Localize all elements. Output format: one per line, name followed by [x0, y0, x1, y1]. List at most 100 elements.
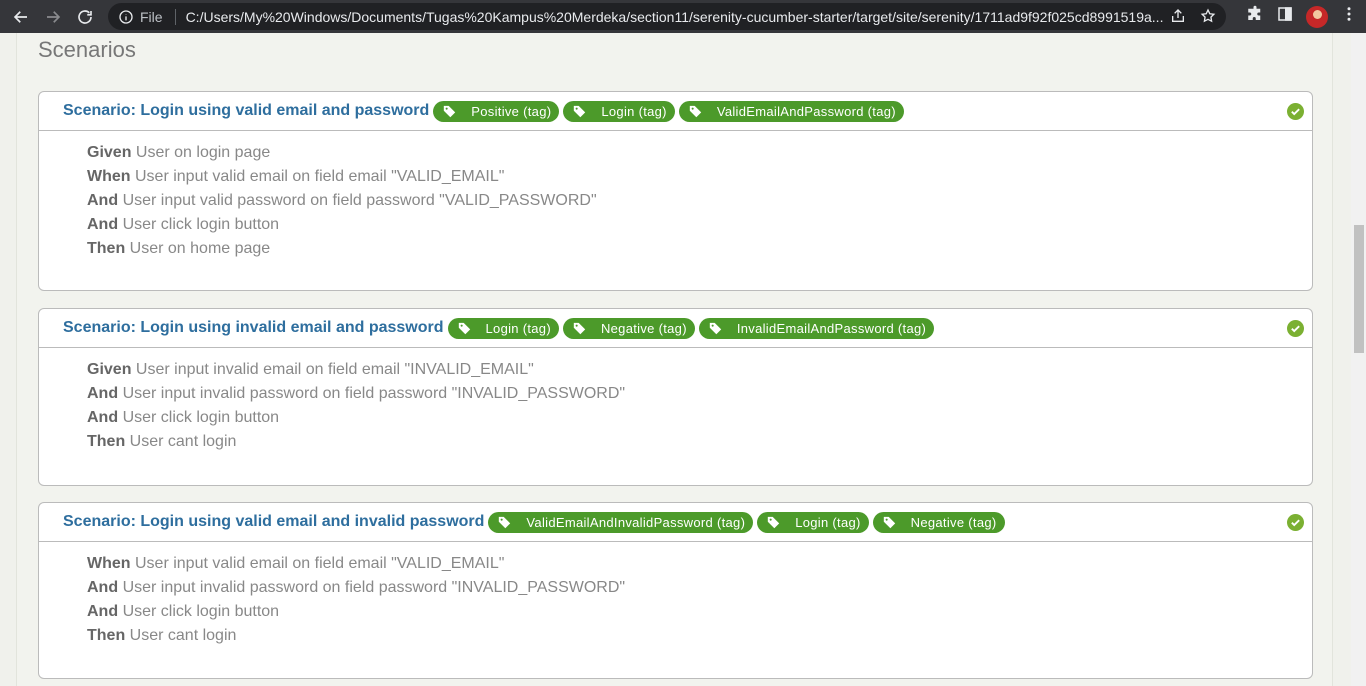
- passed-check-icon: [1287, 320, 1304, 337]
- scenario-header: Scenario: Login using invalid email and …: [39, 309, 1312, 348]
- address-bar[interactable]: File C:/Users/My%20Windows/Documents/Tug…: [108, 3, 1226, 30]
- reload-icon[interactable]: [69, 1, 101, 33]
- step: And User input invalid password on field…: [87, 576, 1312, 600]
- step: And User click login button: [87, 213, 1312, 237]
- step: When User input valid email on field ema…: [87, 165, 1312, 189]
- scenario-header: Scenario: Login using valid email and pa…: [39, 92, 1312, 131]
- step-text: User click login button: [122, 603, 280, 620]
- report-content: Scenarios Scenario: Login using valid em…: [16, 33, 1333, 686]
- step: Given User input invalid email on field …: [87, 358, 1312, 382]
- step-keyword: And: [87, 385, 119, 402]
- scenario-card: Scenario: Login using valid email and in…: [38, 502, 1313, 679]
- step-list: Given User on login page When User input…: [39, 131, 1312, 261]
- tag-icon: [443, 104, 457, 118]
- tag-label: InvalidEmailAndPassword (tag): [736, 320, 927, 336]
- step-list: Given User input invalid email on field …: [39, 348, 1312, 454]
- tag-badge[interactable]: ValidEmailAndInvalidPassword (tag): [488, 511, 754, 533]
- step: Then User on home page: [87, 237, 1312, 261]
- scenario-title[interactable]: Scenario: Login using valid email and in…: [63, 513, 484, 531]
- tag-badge[interactable]: Negative (tag): [562, 317, 695, 339]
- side-panel-icon[interactable]: [1276, 5, 1294, 28]
- step-keyword: And: [87, 603, 119, 620]
- tag-icon: [767, 515, 781, 529]
- step-text: User input valid password on field passw…: [122, 192, 597, 209]
- tag-badge[interactable]: Login (tag): [757, 511, 869, 533]
- step-keyword: When: [87, 555, 131, 572]
- tag-icon: [689, 104, 703, 118]
- browser-toolbar: File C:/Users/My%20Windows/Documents/Tug…: [0, 0, 1366, 33]
- tag-label: Negative (tag): [600, 320, 687, 336]
- step: Then User cant login: [87, 624, 1312, 648]
- step: And User input valid password on field p…: [87, 189, 1312, 213]
- back-icon[interactable]: [5, 1, 37, 33]
- step-keyword: Then: [87, 433, 126, 450]
- step: And User input invalid password on field…: [87, 382, 1312, 406]
- share-icon[interactable]: [1170, 8, 1186, 29]
- passed-check-icon: [1287, 103, 1304, 120]
- step-keyword: When: [87, 168, 131, 185]
- tag-badge[interactable]: ValidEmailAndPassword (tag): [678, 100, 904, 122]
- step-keyword: Then: [87, 627, 126, 644]
- step: And User click login button: [87, 406, 1312, 430]
- step-text: User input invalid email on field email …: [135, 361, 534, 378]
- step-text: User cant login: [129, 627, 237, 644]
- step-text: User on login page: [135, 144, 271, 161]
- step-text: User cant login: [129, 433, 237, 450]
- step-keyword: Given: [87, 144, 132, 161]
- tag-icon: [883, 515, 897, 529]
- step-text: User input valid email on field email "V…: [135, 168, 505, 185]
- step: Given User on login page: [87, 141, 1312, 165]
- step-text: User click login button: [122, 216, 280, 233]
- step-text: User input valid email on field email "V…: [135, 555, 505, 572]
- step-keyword: And: [87, 192, 119, 209]
- info-icon[interactable]: [118, 9, 134, 25]
- tag-label: Login (tag): [485, 320, 551, 336]
- step-keyword: Then: [87, 240, 126, 257]
- tag-badge[interactable]: InvalidEmailAndPassword (tag): [698, 317, 935, 339]
- tag-label: Positive (tag): [471, 103, 552, 119]
- tag-badge[interactable]: Positive (tag): [433, 100, 560, 122]
- tag-icon: [573, 321, 587, 335]
- tag-icon: [458, 321, 472, 335]
- step-text: User input invalid password on field pas…: [122, 385, 626, 402]
- scenario-header: Scenario: Login using valid email and in…: [39, 503, 1312, 542]
- step-text: User input invalid password on field pas…: [122, 579, 626, 596]
- extensions-icon[interactable]: [1246, 5, 1264, 28]
- step-keyword: And: [87, 579, 119, 596]
- step-keyword: Given: [87, 361, 132, 378]
- tag-label: Login (tag): [601, 103, 667, 119]
- page-scrollbar[interactable]: [1351, 33, 1366, 686]
- file-scheme-label: File: [140, 8, 163, 25]
- scenario-title[interactable]: Scenario: Login using valid email and pa…: [63, 102, 429, 120]
- passed-check-icon: [1287, 514, 1304, 531]
- divider: [174, 8, 176, 25]
- tag-label: ValidEmailAndPassword (tag): [716, 103, 896, 119]
- bookmark-star-icon[interactable]: [1200, 8, 1216, 29]
- step-text: User click login button: [122, 409, 280, 426]
- step-keyword: And: [87, 216, 119, 233]
- profile-avatar[interactable]: [1306, 5, 1328, 28]
- tag-badge[interactable]: Negative (tag): [872, 511, 1005, 533]
- menu-kebab-icon[interactable]: [1340, 5, 1358, 28]
- tag-label: ValidEmailAndInvalidPassword (tag): [526, 514, 746, 530]
- tag-label: Login (tag): [795, 514, 861, 530]
- step-text: User on home page: [129, 240, 271, 257]
- step: And User click login button: [87, 600, 1312, 624]
- step-list: When User input valid email on field ema…: [39, 542, 1312, 648]
- step: Then User cant login: [87, 430, 1312, 454]
- scenario-card: Scenario: Login using invalid email and …: [38, 308, 1313, 486]
- scrollbar-thumb[interactable]: [1354, 225, 1364, 353]
- tag-label: Negative (tag): [910, 514, 997, 530]
- scenario-card: Scenario: Login using valid email and pa…: [38, 91, 1313, 291]
- step: When User input valid email on field ema…: [87, 552, 1312, 576]
- url-text[interactable]: C:/Users/My%20Windows/Documents/Tugas%20…: [186, 9, 1166, 25]
- tag-icon: [498, 515, 512, 529]
- scenario-title[interactable]: Scenario: Login using invalid email and …: [63, 319, 444, 337]
- tag-icon: [573, 104, 587, 118]
- step-keyword: And: [87, 409, 119, 426]
- tag-badge[interactable]: Login (tag): [563, 100, 675, 122]
- section-title: Scenarios: [38, 37, 136, 62]
- forward-icon[interactable]: [37, 1, 69, 33]
- tag-badge[interactable]: Login (tag): [447, 317, 559, 339]
- tag-icon: [709, 321, 723, 335]
